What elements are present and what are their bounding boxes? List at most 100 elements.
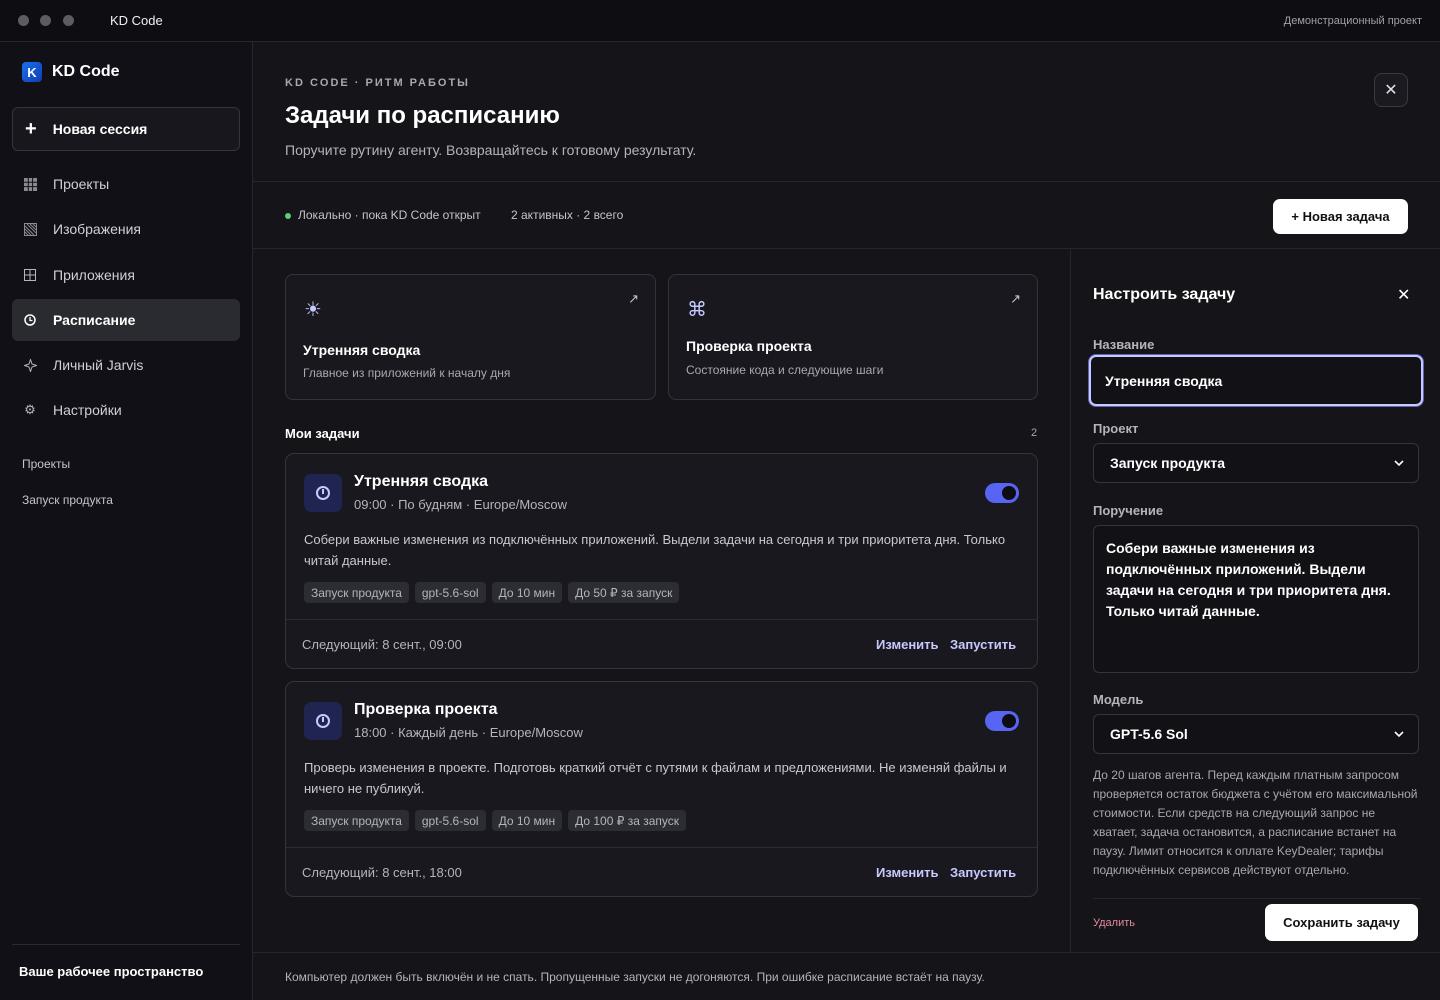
task-schedule: 18:00 · Каждый день · Europe/Moscow [354,725,583,740]
template-title: Утренняя сводка [303,342,421,358]
task-name: Проверка проекта [354,701,498,718]
save-task-button[interactable]: Сохранить задачу [1265,904,1418,941]
template-card-morning[interactable]: ☀ ↗ Утренняя сводка Главное из приложени… [285,274,656,400]
clock-icon [23,313,37,327]
task-card: Проверка проекта 18:00 · Каждый день · E… [285,681,1038,897]
task-divider [286,847,1037,848]
window-title: KD Code [110,13,163,28]
task-prompt: Проверь изменения в проекте. Подготовь к… [304,760,1007,796]
task-name-input[interactable]: Утренняя сводка [1089,355,1423,406]
sidebar-item-jarvis[interactable]: Личный Jarvis [12,344,240,386]
brand: K KD Code [22,62,120,82]
project-select[interactable]: Запуск продукта [1093,443,1419,483]
maximize-window-dot[interactable] [63,15,74,26]
sun-icon: ☀ [304,299,322,321]
chevron-down-icon [1394,457,1404,469]
task-next-run: Следующий: 8 сент., 18:00 [302,865,462,880]
task-enabled-toggle[interactable] [985,711,1019,731]
brand-name: KD Code [52,63,120,80]
gear-icon: ⚙ [24,402,36,417]
footer-note-text: Компьютер должен быть включён и не спать… [285,970,985,984]
project-field-label: Проект [1093,421,1139,436]
task-tags: Запуск продукта gpt-5.6-sol До 10 мин До… [304,582,680,603]
task-config-panel: Настроить задачу ✕ Название Утренняя сво… [1070,250,1440,952]
close-icon: ✕ [1384,82,1398,99]
name-field-label: Название [1093,337,1155,352]
sidebar-item-label: Личный Jarvis [53,357,144,373]
status-dot-icon [285,213,291,219]
my-tasks-title: Мои задачи [285,426,360,441]
sidebar-item-label: Расписание [53,312,136,328]
task-tag-budget: До 100 ₽ за запуск [568,810,687,831]
grid-icon [23,177,37,191]
workspace-label[interactable]: Ваше рабочее пространство [19,964,203,979]
sidebar-section-projects: Проекты [22,457,71,471]
task-tags: Запуск продукта gpt-5.6-sol До 10 мин До… [304,810,687,831]
task-prompt-textarea[interactable]: Собери важные изменения из подключённых … [1093,525,1419,673]
sidebar-item-schedule[interactable]: Расписание [12,299,240,341]
close-window-dot[interactable] [18,15,29,26]
page-header: KD CODE · РИТМ РАБОТЫ Задачи по расписан… [253,42,1440,182]
kd-logo-icon: K [22,62,42,82]
new-task-button[interactable]: + Новая задача [1273,199,1408,234]
sidebar-item-projects[interactable]: Проекты [12,163,240,205]
task-run-button[interactable]: Запустить [950,637,1016,652]
project-select-value: Запуск продукта [1110,455,1226,471]
local-status-text: Локально · пока KD Code открыт [298,208,481,222]
sidebar-project-item[interactable]: Запуск продукта [22,493,113,507]
page-title: Задачи по расписанию [285,102,560,129]
panel-divider [1093,898,1421,899]
main-area: KD CODE · РИТМ РАБОТЫ Задачи по расписан… [253,42,1440,1000]
sidebar-divider [12,944,240,945]
sidebar-item-label: Настройки [53,402,122,418]
status-bar: Локально · пока KD Code открыт 2 активны… [253,183,1440,249]
page-subtitle: Поручите рутину агенту. Возвращайтесь к … [285,142,697,158]
task-count-text: 2 активных · 2 всего [511,208,624,222]
task-edit-button[interactable]: Изменить [876,865,939,880]
template-desc: Состояние кода и следующие шаги [686,363,884,377]
task-tag-model: gpt-5.6-sol [414,582,486,603]
task-tag-budget: До 50 ₽ за запуск [568,582,680,603]
template-title: Проверка проекта [686,338,812,354]
arrow-up-right-icon: ↗ [628,291,639,306]
delete-task-button[interactable]: Удалить [1093,917,1135,929]
task-clock-icon [304,702,342,740]
model-select-value: GPT-5.6 Sol [1110,726,1188,742]
window-titlebar: KD Code Демонстрационный проект [0,0,1440,42]
task-tag-duration: До 10 мин [491,582,563,603]
sidebar: K KD Code + Новая сессия Проекты Изображ… [0,42,253,1000]
panel-close-icon[interactable]: ✕ [1397,285,1410,305]
template-card-project-check[interactable]: ⌘ ↗ Проверка проекта Состояние кода и сл… [668,274,1038,400]
model-select[interactable]: GPT-5.6 Sol [1093,714,1419,754]
sidebar-item-apps[interactable]: Приложения [12,254,240,296]
task-tag-project: Запуск продукта [304,582,409,603]
current-project-label: Демонстрационный проект [1283,15,1422,27]
sidebar-item-label: Изображения [53,221,141,237]
command-icon: ⌘ [687,299,707,321]
task-run-button[interactable]: Запустить [950,865,1016,880]
prompt-field-label: Поручение [1093,503,1164,518]
task-tag-model: gpt-5.6-sol [414,810,486,831]
task-tag-duration: До 10 мин [491,810,563,831]
task-next-run: Следующий: 8 сент., 09:00 [302,637,462,652]
task-tag-project: Запуск продукта [304,810,409,831]
tasks-content: ☀ ↗ Утренняя сводка Главное из приложени… [253,250,1070,952]
new-session-button[interactable]: + Новая сессия [12,107,240,151]
template-desc: Главное из приложений к началу дня [303,366,511,380]
image-icon [23,222,37,236]
close-button[interactable]: ✕ [1374,73,1408,107]
panel-title: Настроить задачу [1093,286,1236,303]
task-enabled-toggle[interactable] [985,483,1019,503]
minimize-window-dot[interactable] [40,15,51,26]
sidebar-item-settings[interactable]: ⚙ Настройки [12,389,240,431]
task-edit-button[interactable]: Изменить [876,637,939,652]
task-divider [286,619,1037,620]
task-clock-icon [304,474,342,512]
sidebar-item-images[interactable]: Изображения [12,208,240,250]
task-card: Утренняя сводка 09:00 · По будням · Euro… [285,453,1038,669]
sparkle-icon [23,358,37,372]
arrow-up-right-icon: ↗ [1010,291,1021,306]
budget-hint: До 20 шагов агента. Перед каждым платным… [1093,768,1418,877]
model-field-label: Модель [1093,692,1144,707]
plus-icon: + [25,118,37,140]
